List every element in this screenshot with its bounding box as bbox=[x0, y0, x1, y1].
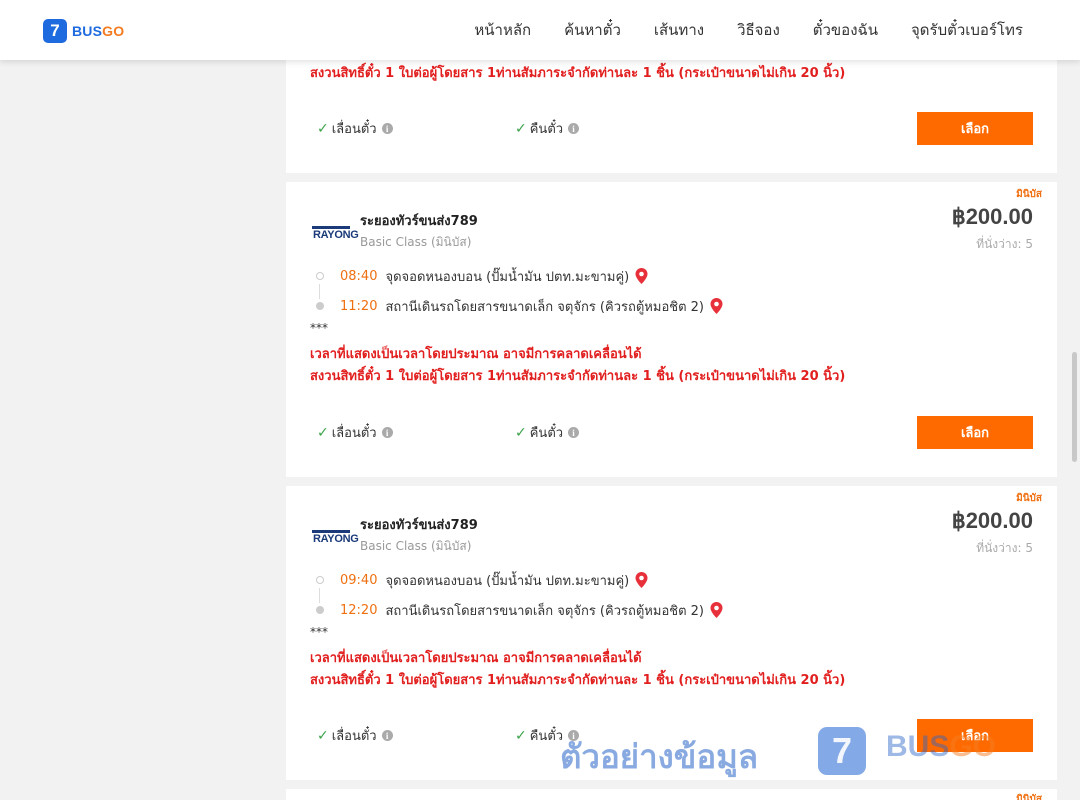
check-icon: ✓ bbox=[515, 120, 527, 137]
arrival-stop: 11:20 สถานีเดินรถโดยสารขนาดเล็ก จตุจักร … bbox=[316, 291, 723, 321]
watermark-brand: BUSGO bbox=[886, 730, 997, 763]
info-icon[interactable]: i bbox=[381, 730, 393, 741]
departure-stop: 08:40 จุดจอดหนองบอน (ปั๊มน้ำมัน ปตท.มะขา… bbox=[316, 261, 723, 299]
refund-option: ✓ คืนตั๋ว i bbox=[515, 422, 580, 443]
arrival-time: 11:20 bbox=[340, 298, 378, 314]
nav-how-to-book[interactable]: วิธีจอง bbox=[737, 18, 780, 42]
info-icon[interactable]: i bbox=[568, 123, 580, 134]
departure-dot-icon bbox=[316, 576, 324, 584]
operator-logo: RAYONG bbox=[312, 525, 359, 545]
minibus-badge: มินิบัส bbox=[1016, 189, 1042, 200]
operator-name: ระยองทัวร์ขนส่ง789 bbox=[360, 518, 478, 533]
arrival-dot-icon bbox=[316, 606, 324, 614]
nav-home[interactable]: หน้าหลัก bbox=[474, 18, 531, 42]
map-pin-icon[interactable] bbox=[635, 268, 648, 284]
refund-label: คืนตั๋ว bbox=[529, 729, 564, 744]
time-note: เวลาที่แสดงเป็นเวลาโดยประมาณ อาจมีการคลา… bbox=[310, 347, 642, 362]
reschedule-option: ✓ เลื่อนตั๋ว i bbox=[317, 118, 393, 139]
nav-search-ticket[interactable]: ค้นหาตั๋ว bbox=[564, 18, 621, 42]
departure-place: จุดจอดหนองบอน (ปั๊มน้ำมัน ปตท.มะขามคู่) bbox=[385, 269, 630, 285]
refund-option: ✓ คืนตั๋ว i bbox=[515, 118, 580, 139]
info-icon[interactable]: i bbox=[381, 427, 393, 438]
check-icon: ✓ bbox=[317, 424, 329, 441]
minibus-badge: มินิบัส bbox=[1016, 794, 1042, 800]
nav-my-tickets[interactable]: ตั๋วของฉัน bbox=[813, 18, 878, 42]
info-icon[interactable]: i bbox=[381, 123, 393, 134]
nav-ticket-pickup[interactable]: จุดรับตั๋วเบอร์โทร bbox=[911, 18, 1023, 42]
note-stars: *** bbox=[310, 625, 328, 639]
site-logo[interactable]: 7 BUSGO bbox=[43, 19, 124, 43]
select-button[interactable]: เลือก bbox=[917, 416, 1033, 449]
check-icon: ✓ bbox=[515, 424, 527, 441]
select-button[interactable]: เลือก bbox=[917, 112, 1033, 145]
scrollbar-thumb[interactable] bbox=[1072, 352, 1077, 462]
reschedule-option: ✓ เลื่อนตั๋ว i bbox=[317, 422, 393, 443]
refund-label: คืนตั๋ว bbox=[529, 426, 564, 441]
check-icon: ✓ bbox=[317, 120, 329, 137]
reschedule-option: ✓ เลื่อนตั๋ว i bbox=[317, 725, 393, 746]
arrival-stop: 12:20 สถานีเดินรถโดยสารขนาดเล็ก จตุจักร … bbox=[316, 595, 723, 625]
refund-label: คืนตั๋ว bbox=[529, 122, 564, 137]
top-header: 7 BUSGO หน้าหลัก ค้นหาตั๋ว เส้นทาง วิธีจ… bbox=[0, 0, 1080, 60]
departure-time: 09:40 bbox=[340, 572, 378, 588]
ticket-price: ฿200.00 bbox=[951, 508, 1033, 533]
check-icon: ✓ bbox=[317, 727, 329, 744]
baggage-note: สงวนสิทธิ์ตั๋ว 1 ใบต่อผู้โดยสาร 1ท่านสัม… bbox=[310, 369, 846, 384]
minibus-badge: มินิบัส bbox=[1016, 493, 1042, 504]
check-icon: ✓ bbox=[515, 727, 527, 744]
reschedule-label: เลื่อนตั๋ว bbox=[331, 426, 377, 441]
note-stars: *** bbox=[310, 321, 328, 335]
operator-name: ระยองทัวร์ขนส่ง789 bbox=[360, 214, 478, 229]
seats-available: ที่นั่งว่าง: 5 bbox=[976, 541, 1033, 555]
time-note: เวลาที่แสดงเป็นเวลาโดยประมาณ อาจมีการคลา… bbox=[310, 651, 642, 666]
route-stops: 09:40 จุดจอดหนองบอน (ปั๊มน้ำมัน ปตท.มะขา… bbox=[316, 565, 723, 625]
watermark-logo-icon: 7 bbox=[818, 727, 866, 775]
arrival-place: สถานีเดินรถโดยสารขนาดเล็ก จตุจักร (คิวรถ… bbox=[385, 299, 704, 315]
bus-class: Basic Class (มินิบัส) bbox=[360, 235, 472, 249]
baggage-note: สงวนสิทธิ์ตั๋ว 1 ใบต่อผู้โดยสาร 1ท่านสัม… bbox=[310, 66, 846, 81]
operator-logo: RAYONG bbox=[312, 221, 359, 241]
logo-text: BUSGO bbox=[72, 23, 125, 39]
arrival-time: 12:20 bbox=[340, 602, 378, 618]
ticket-price: ฿200.00 bbox=[951, 204, 1033, 229]
map-pin-icon[interactable] bbox=[635, 572, 648, 588]
bus-class: Basic Class (มินิบัส) bbox=[360, 539, 472, 553]
arrival-place: สถานีเดินรถโดยสารขนาดเล็ก จตุจักร (คิวรถ… bbox=[385, 603, 704, 619]
watermark-text: ตัวอย่างข้อมูล bbox=[560, 737, 759, 776]
operator-info: RAYONG ระยองทัวร์ขนส่ง789 Basic Class (ม… bbox=[312, 514, 478, 556]
departure-dot-icon bbox=[316, 272, 324, 280]
departure-time: 08:40 bbox=[340, 268, 378, 284]
info-icon[interactable]: i bbox=[568, 427, 580, 438]
departure-stop: 09:40 จุดจอดหนองบอน (ปั๊มน้ำมัน ปตท.มะขา… bbox=[316, 565, 723, 603]
trip-card-next: มินิบัส bbox=[286, 789, 1057, 800]
reschedule-label: เลื่อนตั๋ว bbox=[331, 729, 377, 744]
trip-card: มินิบัส RAYONG ระยองทัวร์ขนส่ง789 Basic … bbox=[286, 182, 1057, 477]
map-pin-icon[interactable] bbox=[710, 298, 723, 314]
nav-routes[interactable]: เส้นทาง bbox=[654, 18, 704, 42]
departure-place: จุดจอดหนองบอน (ปั๊มน้ำมัน ปตท.มะขามคู่) bbox=[385, 573, 630, 589]
reschedule-label: เลื่อนตั๋ว bbox=[331, 122, 377, 137]
page-scrollbar[interactable] bbox=[1072, 62, 1077, 762]
main-nav: หน้าหลัก ค้นหาตั๋ว เส้นทาง วิธีจอง ตั๋วข… bbox=[441, 0, 1023, 60]
seats-available: ที่นั่งว่าง: 5 bbox=[976, 237, 1033, 251]
operator-info: RAYONG ระยองทัวร์ขนส่ง789 Basic Class (ม… bbox=[312, 210, 478, 252]
arrival-dot-icon bbox=[316, 302, 324, 310]
baggage-note: สงวนสิทธิ์ตั๋ว 1 ใบต่อผู้โดยสาร 1ท่านสัม… bbox=[310, 673, 846, 688]
map-pin-icon[interactable] bbox=[710, 602, 723, 618]
route-stops: 08:40 จุดจอดหนองบอน (ปั๊มน้ำมัน ปตท.มะขา… bbox=[316, 261, 723, 321]
logo-mark: 7 bbox=[43, 19, 67, 43]
